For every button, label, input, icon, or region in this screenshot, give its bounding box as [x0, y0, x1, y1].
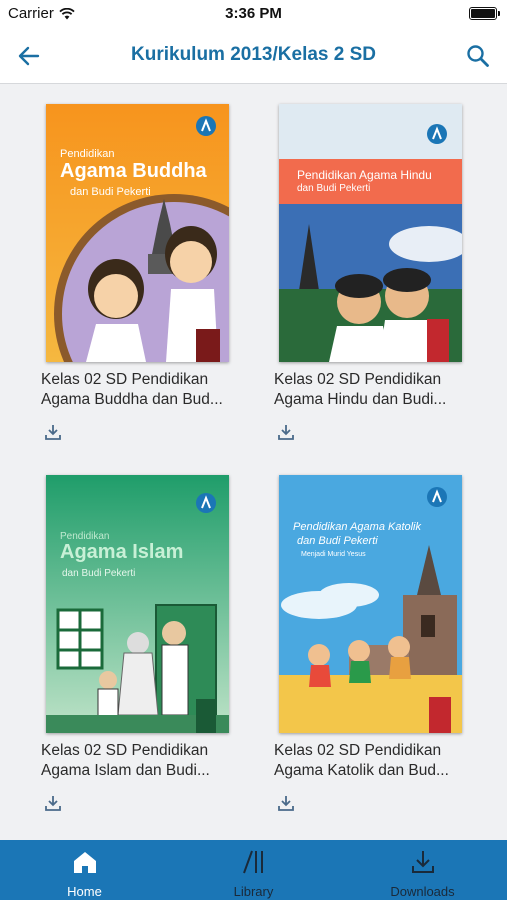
status-bar: Carrier 3:36 PM [0, 0, 507, 28]
download-icon [408, 848, 438, 876]
tab-bar: Home Library Downloads [0, 840, 507, 900]
cover-sub-text: dan Budi Pekerti [297, 183, 371, 194]
back-button[interactable] [14, 42, 44, 70]
book-title-line2: Agama Buddha dan Bud... [41, 391, 223, 408]
download-icon [45, 796, 61, 811]
nav-bar: Kurikulum 2013/Kelas 2 SD [0, 28, 507, 84]
book-cover[interactable]: Pendidikan Agama Islam dan Budi Pekerti [46, 475, 229, 733]
download-icon [278, 425, 294, 440]
book-title: Kelas 02 SD Pendidikan Agama Katolik dan… [274, 741, 474, 781]
book-title-line2: Agama Islam dan Budi... [41, 762, 210, 779]
status-time: 3:36 PM [225, 5, 282, 22]
page-title: Kurikulum 2013/Kelas 2 SD [131, 44, 376, 65]
arrow-left-icon [18, 46, 40, 66]
cover-sub-text: Menjadi Murid Yesus [301, 551, 366, 558]
book-grid: Pendidikan Agama Buddha dan Budi Pekerti… [0, 85, 507, 840]
book-title-line2: Agama Hindu dan Budi... [274, 391, 447, 408]
cover-big-text: Agama Buddha [60, 160, 207, 182]
tab-library[interactable]: Library [169, 840, 338, 900]
download-button[interactable] [41, 791, 65, 815]
download-button[interactable] [274, 791, 298, 815]
download-button[interactable] [41, 420, 65, 444]
book-title-line1: Kelas 02 SD Pendidikan [274, 371, 442, 388]
book-title: Kelas 02 SD Pendidikan Agama Buddha dan … [41, 370, 241, 410]
cover-sub-text: dan Budi Pekerti [70, 186, 151, 198]
cover-big-text: Pendidikan Agama Hindu [297, 168, 432, 182]
download-icon [45, 425, 61, 440]
tab-label: Home [67, 884, 102, 899]
library-icon [239, 848, 269, 876]
book-title-line1: Kelas 02 SD Pendidikan [41, 371, 209, 388]
book-cover[interactable]: Pendidikan Agama Buddha dan Budi Pekerti [46, 104, 229, 362]
cover-big-text: Agama Islam [60, 541, 184, 563]
book-cover[interactable]: Pendidikan Agama Hindu dan Budi Pekerti [279, 104, 462, 362]
cover-small-text: Pendidikan [60, 148, 115, 160]
cover-sub-text: dan Budi Pekerti [62, 568, 136, 579]
book-title-line1: Kelas 02 SD Pendidikan [41, 742, 209, 759]
book-cover[interactable]: Pendidikan Agama Katolik dan Budi Pekert… [279, 475, 462, 733]
search-button[interactable] [463, 41, 493, 71]
tab-label: Library [233, 884, 274, 899]
book-title: Kelas 02 SD Pendidikan Agama Islam dan B… [41, 741, 241, 781]
search-icon [467, 45, 489, 67]
download-icon [278, 796, 294, 811]
tab-label: Downloads [390, 884, 455, 899]
cover-big-text: Pendidikan Agama Katolik [293, 521, 422, 533]
cover-big-text-2: dan Budi Pekerti [297, 535, 378, 547]
book-title-line1: Kelas 02 SD Pendidikan [274, 742, 442, 759]
home-icon [70, 848, 100, 876]
book-title: Kelas 02 SD Pendidikan Agama Hindu dan B… [274, 370, 474, 410]
book-title-line2: Agama Katolik dan Bud... [274, 762, 449, 779]
battery-icon [469, 7, 500, 20]
tab-downloads[interactable]: Downloads [338, 840, 507, 900]
tab-home[interactable]: Home [0, 840, 169, 900]
download-button[interactable] [274, 420, 298, 444]
